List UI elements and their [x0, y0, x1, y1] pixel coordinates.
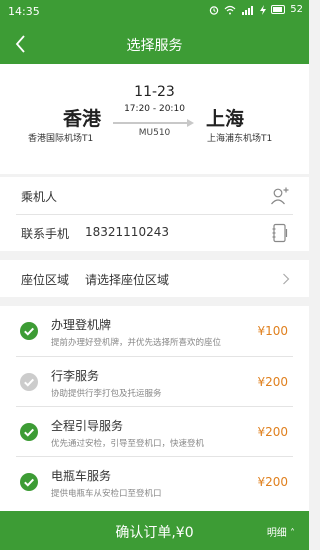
flight-times: 17:20 - 20:10: [124, 104, 185, 114]
service-name: 电瓶车服务: [51, 469, 112, 483]
battery-level: 52: [290, 4, 303, 15]
charging-icon: [260, 4, 267, 15]
seat-placeholder: 请选择座位区域: [85, 273, 170, 287]
departure-city: 香港: [63, 108, 102, 130]
contact-phone[interactable]: 18321110243: [85, 225, 169, 239]
passenger-label: 乘机人: [21, 190, 58, 204]
arrival-city: 上海: [206, 108, 245, 130]
flight-date: 11-23: [134, 84, 175, 100]
service-price: ¥200: [257, 375, 288, 389]
passenger-section: 乘机人 联系手机 18321110243: [0, 177, 309, 251]
checked-circle-icon[interactable]: [20, 423, 38, 441]
service-desc: 提供电瓶车从安检口至登机口: [51, 489, 162, 499]
contacts-book-icon[interactable]: [272, 223, 288, 243]
alarm-icon: [210, 5, 219, 15]
service-desc: 提前办理好登机牌，并优先选择所喜欢的座位: [51, 338, 222, 348]
service-price: ¥100: [257, 324, 288, 338]
confirm-order-button[interactable]: 确认订单,¥0: [0, 522, 309, 542]
order-detail-toggle[interactable]: 明细 ˄: [267, 524, 295, 539]
status-time: 14:35: [8, 5, 40, 18]
service-item[interactable]: 行李服务 协助提供行李打包及托运服务 ¥200: [0, 357, 309, 406]
service-price: ¥200: [257, 425, 288, 439]
status-bar: 14:35 52: [0, 0, 309, 24]
page-title: 选择服务: [126, 38, 183, 54]
wifi-icon: [224, 5, 236, 14]
service-item[interactable]: 全程引导服务 优先通过安检，引导至登机口，快速登机 ¥200: [0, 407, 309, 456]
service-desc: 协助提供行李打包及托运服务: [51, 389, 162, 399]
seat-section: 座位区域 请选择座位区域: [0, 260, 309, 297]
flight-card: 11-23 17:20 - 20:10 香港 上海 MU510 香港国际机场T1…: [0, 64, 309, 174]
checked-circle-icon[interactable]: [20, 473, 38, 491]
add-passenger-icon[interactable]: [270, 186, 290, 206]
seat-row[interactable]: 座位区域 请选择座位区域: [0, 260, 309, 297]
service-name: 全程引导服务: [51, 419, 124, 433]
nav-bar: 选择服务: [0, 24, 309, 64]
checked-circle-icon[interactable]: [20, 322, 38, 340]
contact-label: 联系手机: [21, 227, 70, 241]
signal-icon: [242, 5, 254, 15]
battery-icon: [271, 5, 286, 14]
confirm-order-bar[interactable]: 确认订单,¥0 明细 ˄: [0, 511, 309, 550]
departure-airport: 香港国际机场T1: [28, 134, 94, 144]
status-icons: 52: [209, 4, 303, 15]
seat-label: 座位区域: [21, 273, 70, 287]
chevron-right-icon: [283, 273, 290, 285]
service-desc: 优先通过安检，引导至登机口，快速登机: [51, 439, 205, 449]
service-name: 行李服务: [51, 369, 100, 383]
contact-row[interactable]: 联系手机 18321110243: [0, 214, 309, 251]
passenger-row[interactable]: 乘机人: [0, 177, 309, 214]
unchecked-circle-icon[interactable]: [20, 373, 38, 391]
service-item[interactable]: 电瓶车服务 提供电瓶车从安检口至登机口 ¥200: [0, 457, 309, 506]
services-section: 办理登机牌 提前办理好登机牌，并优先选择所喜欢的座位 ¥100 行李服务 协助提…: [0, 306, 309, 511]
flight-arrow-icon: [113, 119, 194, 127]
arrival-airport: 上海浦东机场T1: [207, 134, 273, 144]
service-item[interactable]: 办理登机牌 提前办理好登机牌，并优先选择所喜欢的座位 ¥100: [0, 306, 309, 355]
service-price: ¥200: [257, 475, 288, 489]
service-name: 办理登机牌: [51, 318, 112, 332]
